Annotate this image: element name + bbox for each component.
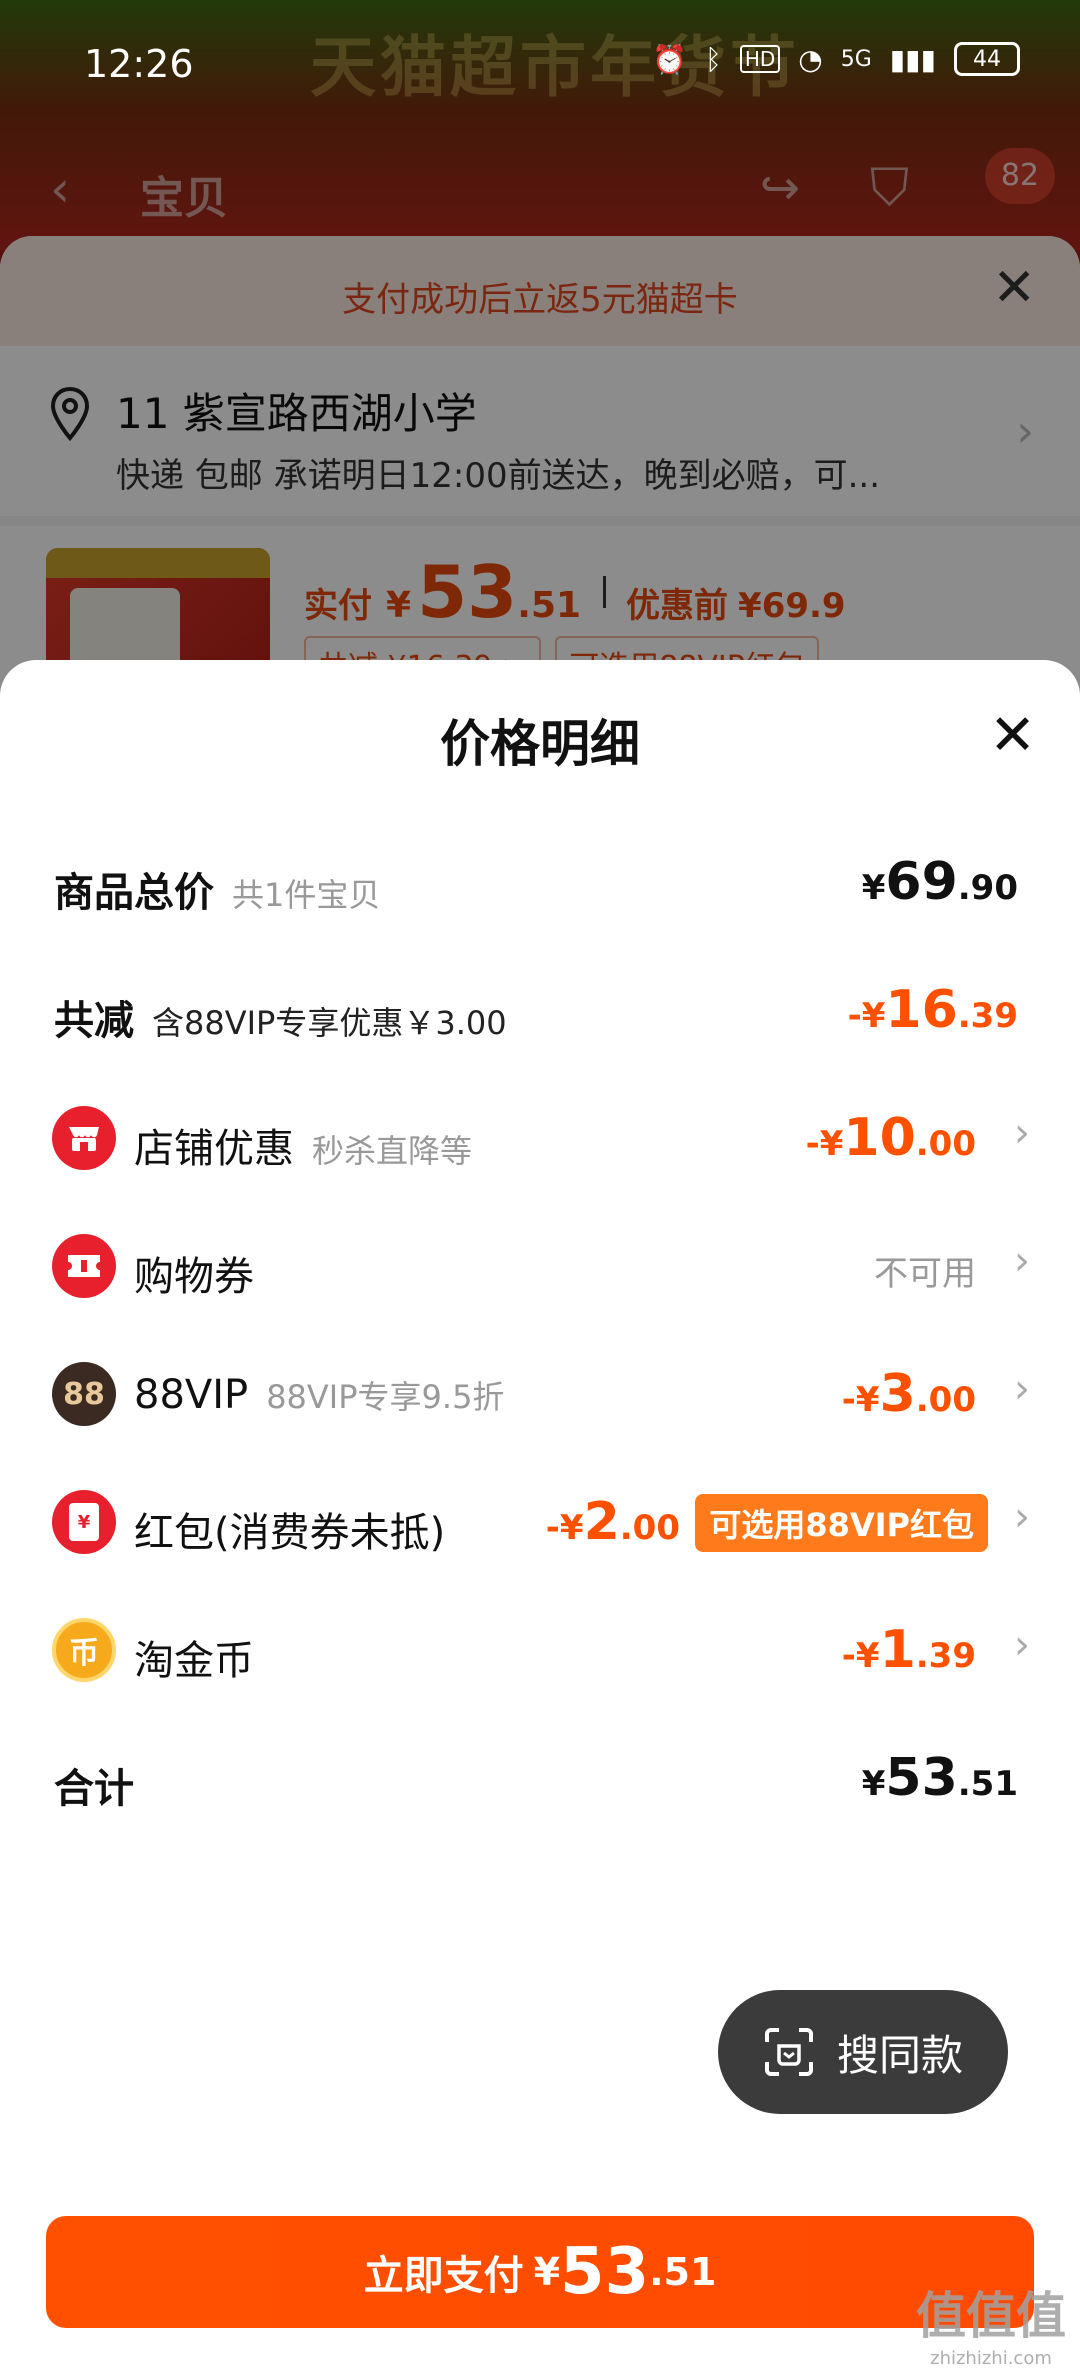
row-value: -¥ 3.00	[841, 1364, 976, 1424]
row-label: 共减 含88VIP专享优惠￥3.00	[54, 998, 507, 1044]
red-packet-icon: ¥	[52, 1490, 116, 1554]
row-label: 店铺优惠 秒杀直降等	[134, 1126, 473, 1172]
row-value: -¥ 1.39	[841, 1620, 976, 1680]
row-sub: 共1件宝贝	[232, 876, 381, 914]
row-sub: 含88VIP专享优惠￥3.00	[152, 1004, 507, 1042]
close-button[interactable]: ✕	[989, 708, 1036, 764]
sheet-title: 价格明细	[440, 715, 640, 773]
price-detail-sheet: 价格明细 ✕ 商品总价 共1件宝贝 ¥69.90 共减 含88VIP专享优惠￥3.0…	[0, 660, 1080, 2376]
row-sum: 合计 ¥53.51	[0, 1734, 1080, 1824]
status-time: 12:26	[84, 42, 194, 86]
row-label: 商品总价 共1件宝贝	[54, 870, 381, 916]
coupon-icon	[52, 1234, 116, 1298]
chevron-right-icon: ›	[1014, 1494, 1030, 1540]
row-gold-coin[interactable]: 币 淘金币 -¥ 1.39 ›	[0, 1606, 1080, 1696]
alarm-icon: ⏰	[652, 42, 688, 76]
row-sub: 88VIP专享9.5折	[266, 1378, 505, 1416]
row-coupon[interactable]: 购物券 不可用 ›	[0, 1222, 1080, 1312]
row-label: 淘金币	[134, 1638, 254, 1684]
search-same-label: 搜同款	[836, 2030, 963, 2080]
chevron-right-icon: ›	[1014, 1110, 1030, 1156]
coupon-status: 不可用	[874, 1254, 976, 1294]
search-same-button[interactable]: 搜同款	[718, 1990, 1008, 2114]
row-label: 88VIP 88VIP专享9.5折	[134, 1372, 505, 1418]
row-value: -¥ 16.39	[847, 980, 1018, 1040]
row-value: -¥ 2.00	[545, 1492, 680, 1552]
row-88vip[interactable]: 88 88VIP 88VIP专享9.5折 -¥ 3.00 ›	[0, 1350, 1080, 1440]
vip-88-icon: 88	[52, 1362, 116, 1426]
signal-icon: ▮▮▮	[889, 42, 936, 76]
bluetooth-icon: ᛒ	[705, 42, 722, 76]
row-value: 不可用	[874, 1246, 976, 1295]
watermark: 值值值 zhizhizhi.com	[916, 2287, 1066, 2369]
row-total-goods: 商品总价 共1件宝贝 ¥69.90	[0, 838, 1080, 928]
pay-button-yen: ¥	[533, 2250, 561, 2294]
row-value: ¥53.51	[861, 1748, 1018, 1808]
chevron-right-icon: ›	[1014, 1622, 1030, 1668]
row-value: -¥ 10.00	[805, 1108, 976, 1168]
battery-icon: 44	[954, 42, 1020, 76]
scan-search-icon	[764, 2028, 813, 2076]
row-reduce: 共减 含88VIP专享优惠￥3.00 -¥ 16.39	[0, 966, 1080, 1056]
vip-redpacket-tag[interactable]: 可选用88VIP红包	[695, 1494, 988, 1552]
pay-button-dec: .51	[649, 2250, 717, 2294]
row-label: 红包(消费券未抵)	[134, 1510, 446, 1556]
shop-icon	[52, 1106, 116, 1170]
gold-coin-icon: 币	[52, 1618, 116, 1682]
row-red-packet[interactable]: ¥ 红包(消费券未抵) -¥ 2.00 可选用88VIP红包 ›	[0, 1478, 1080, 1568]
chevron-right-icon: ›	[1014, 1366, 1030, 1412]
status-bar: 12:26 ⏰ ᛒ HD ◔ 5G ▮▮▮ 44	[0, 0, 1080, 120]
pay-button-int: 53	[560, 2235, 650, 2309]
pay-button-label: 立即支付	[363, 2253, 524, 2299]
hd-indicator: HD	[739, 45, 781, 73]
row-label: 购物券	[134, 1254, 254, 1300]
pay-now-button[interactable]: 立即支付 ¥ 53 .51	[46, 2216, 1034, 2328]
chevron-right-icon: ›	[1014, 1238, 1030, 1284]
row-sub: 秒杀直降等	[312, 1132, 473, 1170]
row-value: ¥69.90	[861, 852, 1018, 912]
row-shop-discount[interactable]: 店铺优惠 秒杀直降等 -¥ 10.00 ›	[0, 1094, 1080, 1184]
status-icons: ⏰ ᛒ HD ◔ 5G ▮▮▮ 44	[652, 42, 1020, 76]
row-label: 合计	[54, 1766, 134, 1812]
wifi-icon: ◔	[798, 42, 823, 76]
network-indicator: 5G	[840, 46, 872, 72]
